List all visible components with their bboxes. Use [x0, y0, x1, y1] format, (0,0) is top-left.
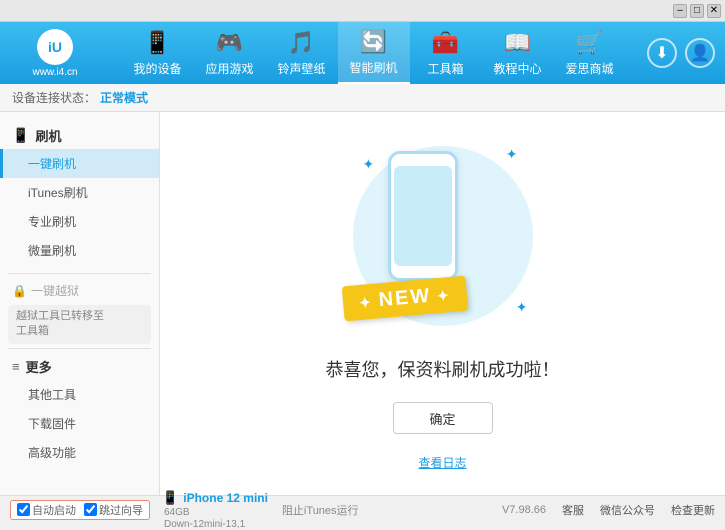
lock-icon: 🔒 — [12, 284, 27, 298]
version-text: V7.98.66 — [502, 504, 546, 516]
ringtones-icon: 🎵 — [288, 30, 315, 56]
status-label: 设备连接状态： — [12, 89, 96, 106]
mall-icon: 🛒 — [576, 30, 603, 56]
sparkle-tl-icon: ✦ — [363, 156, 375, 173]
sidebar-divider-1 — [8, 273, 151, 274]
my-device-icon: 📱 — [144, 30, 171, 56]
sidebar-locked: 🔒 一键越狱 — [0, 278, 159, 303]
nav-mall-label: 爱思商城 — [565, 60, 613, 77]
nav-mall[interactable]: 🛒 爱思商城 — [554, 22, 626, 84]
more-section-icon: ≡ — [12, 359, 20, 374]
nav-apps-games-label: 应用游戏 — [205, 60, 253, 77]
nav-my-device[interactable]: 📱 我的设备 — [122, 22, 194, 84]
content-area: ✦ ✦ ✦ NEW 恭喜您，保资料刷机成功啦！ 确定 查看日志 — [160, 112, 725, 495]
checkbox-group: 自动启动 跳过向导 — [10, 500, 150, 520]
flash-section-label: 刷机 — [35, 126, 61, 145]
sidebar-item-download-fw[interactable]: 下载固件 — [0, 409, 159, 438]
nav-apps-games[interactable]: 🎮 应用游戏 — [194, 22, 266, 84]
status-bar: 设备连接状态： 正常模式 — [0, 84, 725, 112]
maximize-btn[interactable]: □ — [690, 4, 704, 18]
flash-section-icon: 📱 — [12, 127, 29, 144]
skip-wizard-checkbox-label[interactable]: 跳过向导 — [84, 502, 143, 518]
sidebar-divider-2 — [8, 348, 151, 349]
top-nav: iU www.i4.cn 📱 我的设备 🎮 应用游戏 🎵 铃声壁纸 🔄 智能刷机… — [0, 22, 725, 84]
close-btn[interactable]: ✕ — [707, 4, 721, 18]
toolbox-icon: 🧰 — [432, 30, 459, 56]
download-btn[interactable]: ⬇ — [647, 38, 677, 68]
more-section-label: 更多 — [26, 357, 52, 376]
title-bar: – □ ✕ — [0, 0, 725, 22]
sidebar-item-advanced[interactable]: 高级功能 — [0, 438, 159, 467]
bottom-left: 自动启动 跳过向导 📱 iPhone 12 mini 64GB Down-12m… — [10, 490, 359, 530]
nav-ringtones-label: 铃声壁纸 — [277, 60, 325, 77]
device-name: iPhone 12 mini — [183, 491, 268, 505]
auto-launch-checkbox-label[interactable]: 自动启动 — [17, 502, 76, 518]
status-value: 正常模式 — [100, 89, 148, 106]
nav-smart-flash[interactable]: 🔄 智能刷机 — [338, 22, 410, 84]
bottom-bar: 自动启动 跳过向导 📱 iPhone 12 mini 64GB Down-12m… — [0, 495, 725, 523]
logo-icon: iU — [37, 29, 73, 65]
nav-tutorials-label: 教程中心 — [493, 60, 541, 77]
apps-games-icon: 🎮 — [216, 30, 243, 56]
sparkle-tr-icon: ✦ — [506, 146, 518, 163]
sidebar-section-flash: 📱 刷机 一键刷机 iTunes刷机 专业刷机 微量刷机 — [0, 118, 159, 269]
nav-toolbox[interactable]: 🧰 工具箱 — [410, 22, 482, 84]
confirm-button[interactable]: 确定 — [393, 402, 493, 434]
skip-wizard-checkbox[interactable] — [84, 503, 97, 516]
device-firmware: Down-12mini-13,1 — [164, 519, 245, 530]
logo-text: www.i4.cn — [32, 67, 77, 78]
device-block: 📱 iPhone 12 mini 64GB Down-12mini-13,1 — [162, 490, 268, 530]
main-layout: 📱 刷机 一键刷机 iTunes刷机 专业刷机 微量刷机 🔒 一键越狱 越狱工具… — [0, 112, 725, 495]
auto-launch-checkbox[interactable] — [17, 503, 30, 516]
tutorials-icon: 📖 — [504, 30, 531, 56]
nav-items: 📱 我的设备 🎮 应用游戏 🎵 铃声壁纸 🔄 智能刷机 🧰 工具箱 📖 教程中心… — [100, 22, 647, 84]
sidebar-jailbreak-note: 越狱工具已转移至工具箱 — [8, 305, 151, 344]
wechat-official-btn[interactable]: 微信公众号 — [600, 502, 655, 518]
sparkle-br-icon: ✦ — [516, 299, 528, 316]
itunes-status: 阻止iTunes运行 — [282, 502, 359, 518]
bottom-right: V7.98.66 客服 微信公众号 检查更新 — [502, 502, 715, 518]
skip-wizard-label: 跳过向导 — [99, 502, 143, 518]
nav-tutorials[interactable]: 📖 教程中心 — [482, 22, 554, 84]
customer-service-btn[interactable]: 客服 — [562, 502, 584, 518]
phone-device — [388, 151, 458, 281]
sidebar-more-header: ≡ 更多 — [0, 353, 159, 380]
nav-ringtones[interactable]: 🎵 铃声壁纸 — [266, 22, 338, 84]
sidebar-item-micro[interactable]: 微量刷机 — [0, 236, 159, 265]
logo-area: iU www.i4.cn — [10, 29, 100, 78]
sidebar-item-other-tools[interactable]: 其他工具 — [0, 380, 159, 409]
sidebar-item-pro[interactable]: 专业刷机 — [0, 207, 159, 236]
success-message: 恭喜您，保资料刷机成功啦！ — [326, 356, 560, 382]
minimize-btn[interactable]: – — [673, 4, 687, 18]
sidebar-flash-header: 📱 刷机 — [0, 122, 159, 149]
nav-right: ⬇ 👤 — [647, 38, 715, 68]
sidebar: 📱 刷机 一键刷机 iTunes刷机 专业刷机 微量刷机 🔒 一键越狱 越狱工具… — [0, 112, 160, 495]
auto-launch-label: 自动启动 — [32, 502, 76, 518]
phone-illustration: ✦ ✦ ✦ NEW — [333, 136, 553, 336]
device-storage: 64GB — [164, 507, 190, 518]
phone-screen — [394, 166, 452, 266]
view-log-link[interactable]: 查看日志 — [418, 454, 466, 471]
smart-flash-icon: 🔄 — [360, 29, 387, 55]
sidebar-item-itunes[interactable]: iTunes刷机 — [0, 178, 159, 207]
user-btn[interactable]: 👤 — [685, 38, 715, 68]
nav-smart-flash-label: 智能刷机 — [349, 59, 397, 76]
sidebar-item-one-click[interactable]: 一键刷机 — [0, 149, 159, 178]
nav-my-device-label: 我的设备 — [133, 60, 181, 77]
phone-small-icon: 📱 — [162, 490, 178, 505]
check-update-btn[interactable]: 检查更新 — [671, 502, 715, 518]
nav-toolbox-label: 工具箱 — [427, 60, 463, 77]
